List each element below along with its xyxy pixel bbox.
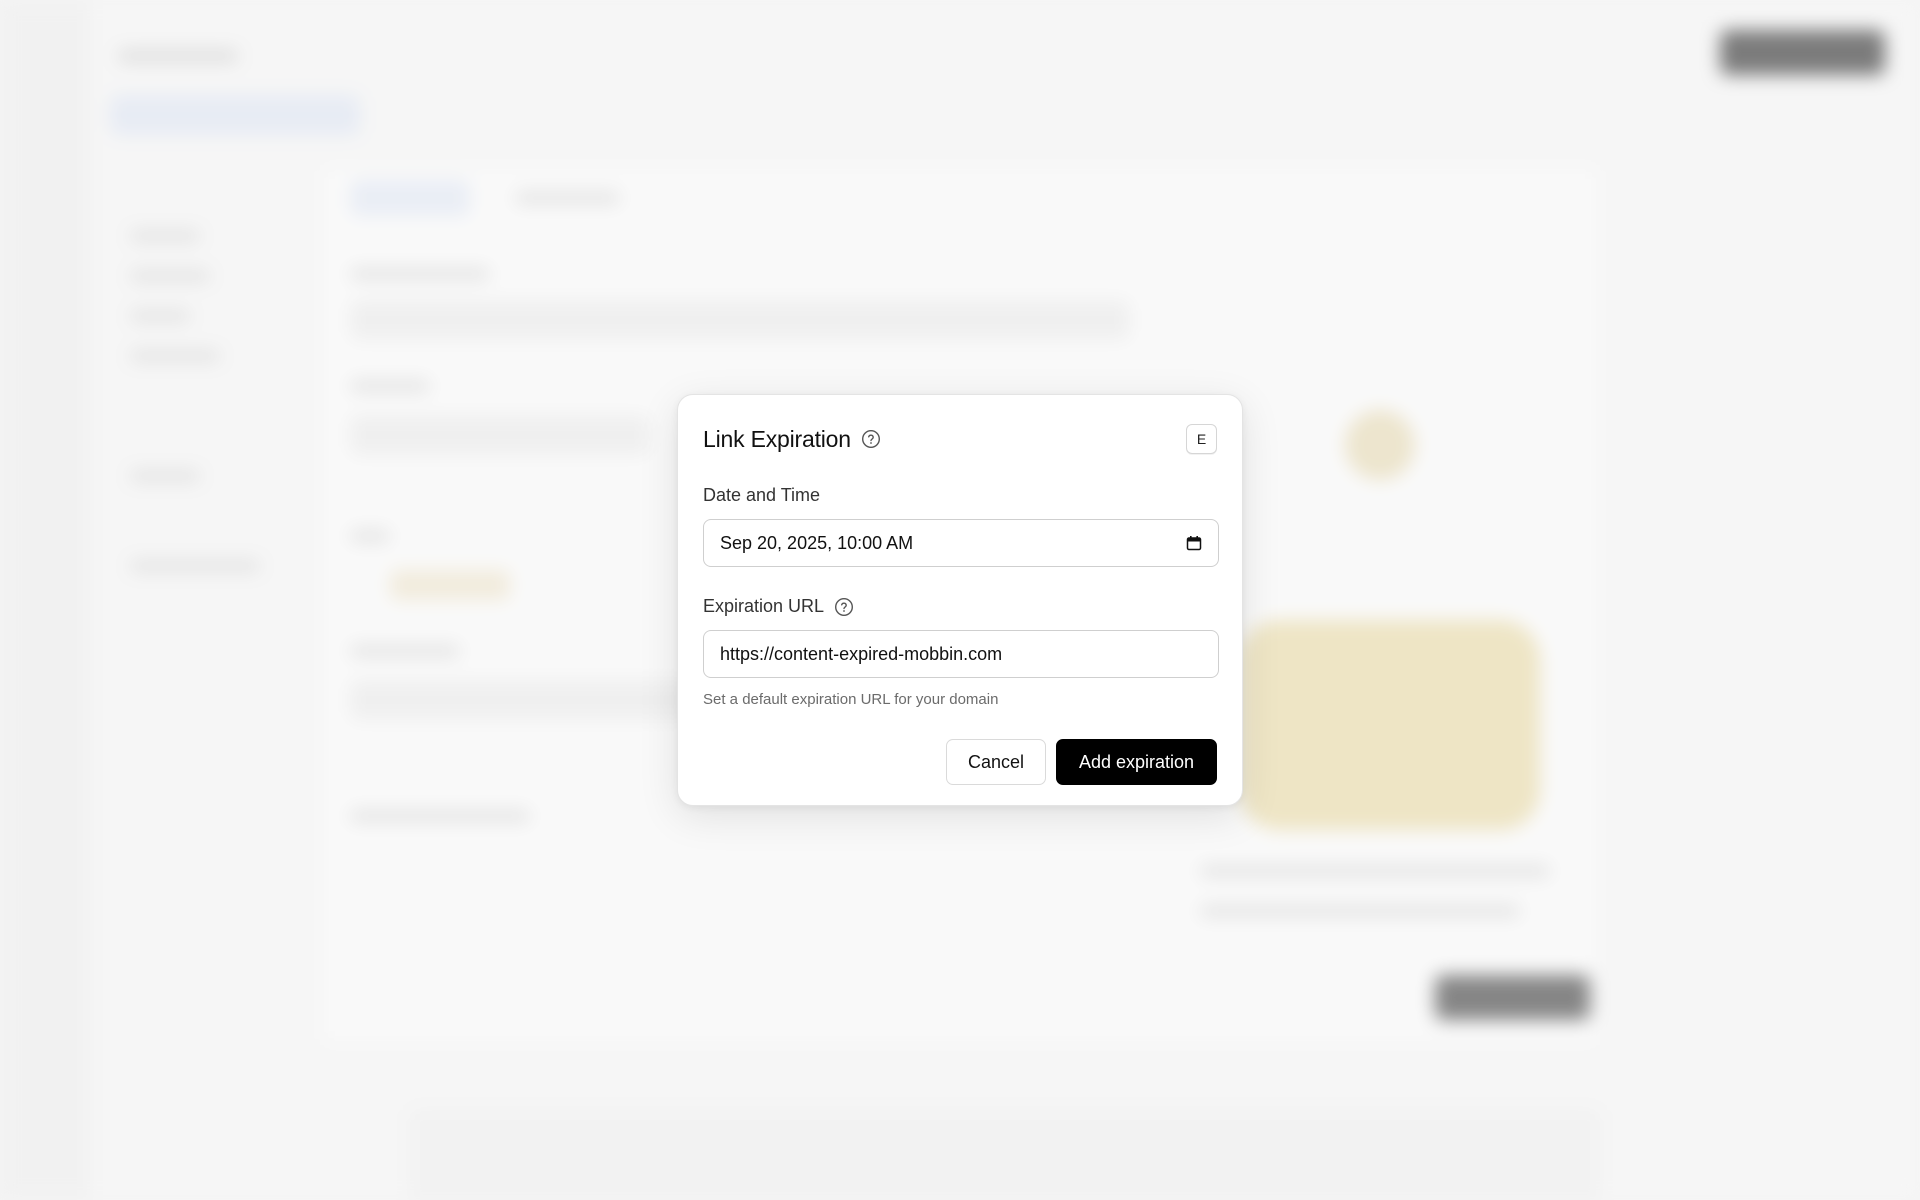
date-field-label-row: Date and Time [703,485,1217,506]
url-field-label-row: Expiration URL [703,596,1217,617]
date-time-value: Sep 20, 2025, 10:00 AM [720,532,914,553]
dialog-title-group: Link Expiration [703,426,881,453]
help-circle-icon[interactable] [861,429,881,449]
date-time-label: Date and Time [703,485,821,505]
add-expiration-button[interactable]: Add expiration [1056,739,1217,785]
dialog-actions: Cancel Add expiration [946,739,1217,785]
expiration-url-label: Expiration URL [703,596,825,616]
expiration-url-value: https://content-expired-mobbin.com [720,643,1003,664]
expiration-url-input[interactable]: https://content-expired-mobbin.com [703,630,1219,678]
dialog-header: Link Expiration E [703,419,1217,459]
cancel-button[interactable]: Cancel [946,739,1046,785]
calendar-icon[interactable] [1186,535,1202,551]
dialog-title: Link Expiration [703,425,851,452]
date-time-input[interactable]: Sep 20, 2025, 10:00 AM [703,519,1219,567]
expiration-url-hint: Set a default expiration URL for your do… [703,691,999,708]
help-circle-icon[interactable] [834,597,854,617]
link-expiration-dialog: Link Expiration E Date and Time Sep 20, … [677,394,1243,806]
shortcut-key-badge: E [1186,424,1217,454]
